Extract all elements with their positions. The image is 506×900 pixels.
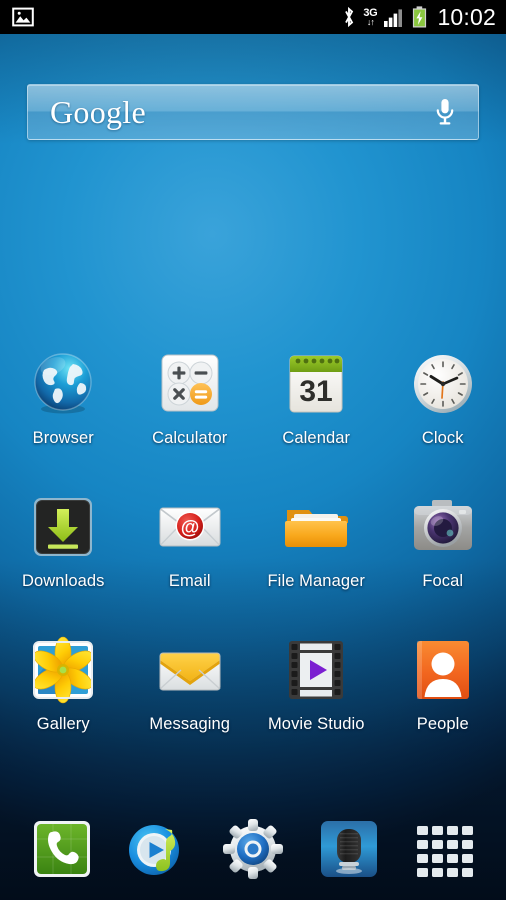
app-label: Calculator: [152, 429, 228, 447]
calendar-icon: 31: [280, 348, 352, 420]
camera-icon: [407, 491, 479, 563]
calculator-icon: [154, 348, 226, 420]
app-label: Calendar: [282, 429, 351, 447]
browser-globe-icon: [27, 348, 99, 420]
app-drawer-grid-icon: [417, 826, 474, 877]
app-icon-downloads[interactable]: Downloads: [0, 491, 127, 591]
app-icon-email[interactable]: @ Email: [127, 491, 254, 591]
bluetooth-icon: [345, 6, 354, 28]
clock-icon: [407, 348, 479, 420]
app-icon-file-manager[interactable]: File Manager: [253, 491, 380, 591]
film-strip-play-icon: [280, 634, 352, 706]
status-bar[interactable]: 3G ↓↑ 10:02: [0, 0, 506, 34]
status-bar-notifications[interactable]: [12, 7, 34, 27]
people-contact-icon: [407, 634, 479, 706]
svg-text:@: @: [180, 518, 199, 539]
app-label: Browser: [32, 429, 94, 447]
app-label: Focal: [422, 572, 464, 590]
calendar-day-number: 31: [300, 375, 333, 408]
music-play-note-icon: [129, 825, 180, 875]
app-icon-movie-studio[interactable]: Movie Studio: [253, 634, 380, 734]
downloads-arrow-icon: [27, 491, 99, 563]
dock-item-music[interactable]: [124, 816, 190, 882]
dock-item-phone[interactable]: [29, 816, 95, 882]
dock-item-app-drawer[interactable]: [411, 816, 477, 882]
google-search-bar[interactable]: Google: [27, 84, 479, 140]
email-envelope-icon: @: [154, 491, 226, 563]
app-icon-browser[interactable]: Browser: [0, 348, 127, 448]
google-logo-text: Google: [50, 94, 147, 130]
app-label: Movie Studio: [267, 715, 365, 733]
signal-bars-icon: [384, 8, 403, 27]
app-grid: Browser Calculator 31 Calendar Clock Dow…: [0, 348, 506, 734]
app-icon-gallery[interactable]: Gallery: [0, 634, 127, 734]
app-label: People: [416, 715, 469, 733]
microphone-icon: [320, 821, 377, 877]
app-label: Email: [168, 572, 211, 590]
status-bar-clock: 10:02: [437, 3, 496, 30]
dock-item-sound-recorder[interactable]: [316, 816, 382, 882]
screenshot-image-icon: [12, 7, 34, 27]
folder-icon: [280, 491, 352, 563]
battery-charging-icon: [413, 6, 427, 28]
dock-item-settings[interactable]: [220, 816, 286, 882]
messaging-envelope-icon: [154, 634, 226, 706]
app-label: File Manager: [267, 572, 365, 590]
app-label: Clock: [421, 429, 464, 447]
app-icon-people[interactable]: People: [380, 634, 506, 734]
phone-handset-icon: [33, 821, 90, 877]
dock: [0, 810, 506, 888]
app-icon-calendar[interactable]: 31 Calendar: [253, 348, 380, 448]
app-icon-focal[interactable]: Focal: [380, 491, 506, 591]
app-icon-messaging[interactable]: Messaging: [127, 634, 254, 734]
gear-icon: [222, 819, 283, 879]
network-traffic-arrows: ↓↑: [366, 17, 375, 27]
app-label: Downloads: [21, 572, 105, 590]
network-3g-icon: 3G ↓↑: [363, 8, 377, 27]
gallery-photo-icon: [27, 634, 99, 706]
status-bar-system-icons[interactable]: 3G ↓↑ 10:02: [342, 3, 496, 30]
app-label: Messaging: [149, 715, 231, 733]
app-icon-clock[interactable]: Clock: [380, 348, 506, 448]
voice-search-mic-icon[interactable]: [432, 95, 458, 129]
app-label: Gallery: [36, 715, 90, 733]
app-icon-calculator[interactable]: Calculator: [127, 348, 254, 448]
